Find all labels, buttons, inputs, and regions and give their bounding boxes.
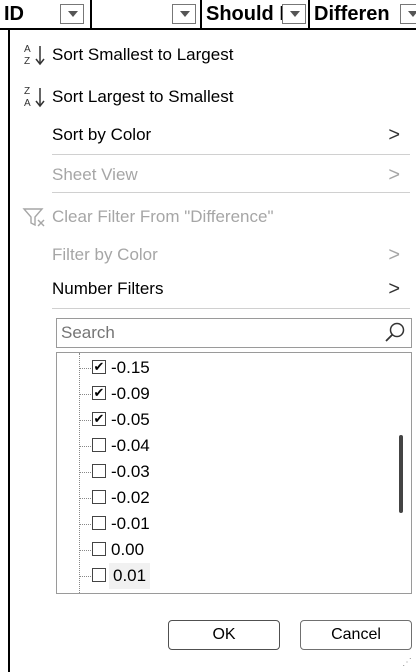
checkbox-unchecked[interactable] [92, 464, 106, 478]
value-label: -0.09 [111, 384, 150, 403]
checkbox-unchecked[interactable] [92, 490, 106, 504]
value-label: -0.03 [111, 462, 150, 481]
column-header-label: Differen [314, 3, 390, 25]
value-list-item[interactable]: 0.01 [79, 563, 319, 589]
autofilter-dropdown: A Z Sort Smallest to Largest Z A Sort La… [8, 30, 416, 672]
menu-sheet-view: Sheet View > [10, 158, 410, 192]
svg-text:A: A [24, 98, 31, 109]
checkbox-checked[interactable]: ✔ [92, 360, 106, 374]
cancel-button[interactable]: Cancel [300, 620, 412, 650]
menu-sort-by-color[interactable]: Sort by Color > [10, 118, 410, 152]
value-label: -0.15 [111, 358, 150, 377]
tree-connector [79, 368, 91, 369]
submenu-arrow-icon: > [388, 124, 400, 146]
value-list-item[interactable]: ✔ -0.09 [79, 381, 319, 407]
search-input[interactable] [61, 321, 377, 345]
column-header-difference[interactable]: Differen [310, 0, 416, 28]
submenu-arrow-icon: > [388, 244, 400, 266]
column-header-blank[interactable] [92, 0, 202, 28]
menu-label: Sheet View [52, 165, 138, 184]
value-list-item[interactable]: ✔ -0.05 [79, 407, 319, 433]
value-list-item[interactable]: ✔ -0.15 [79, 355, 319, 381]
menu-label: Sort by Color [52, 125, 152, 144]
svg-text:A: A [24, 44, 31, 55]
resize-grip-icon[interactable]: ⋰ [402, 657, 412, 668]
value-list-item[interactable]: 0.00 [79, 537, 319, 563]
value-label: 0.00 [111, 540, 145, 559]
value-list-item[interactable]: -0.03 [79, 459, 319, 485]
value-list-item[interactable]: -0.02 [79, 485, 319, 511]
menu-label: Clear Filter From "Difference" [52, 207, 274, 226]
menu-separator [52, 154, 410, 155]
menu-sort-descending[interactable]: Z A Sort Largest to Smallest [10, 80, 410, 114]
checkbox-unchecked[interactable] [92, 568, 106, 582]
submenu-arrow-icon: > [388, 278, 400, 300]
tree-connector [79, 576, 91, 577]
sort-descending-icon: Z A [22, 80, 48, 114]
value-label: -0.04 [111, 436, 150, 455]
svg-text:Z: Z [24, 56, 30, 67]
value-checkbox-list[interactable]: ✔ -0.15 ✔ -0.09 ✔ -0.05 -0.04 -0.03 -0.02 -0.01 0.… [56, 352, 412, 594]
column-header-label: Should I [206, 3, 285, 25]
sort-ascending-icon: A Z [22, 38, 48, 72]
search-box[interactable] [56, 318, 412, 348]
checkbox-unchecked[interactable] [92, 542, 106, 556]
value-label: 0.01 [109, 563, 151, 589]
value-label: -0.05 [111, 410, 150, 429]
magnifier-icon[interactable] [383, 321, 407, 345]
svg-text:Z: Z [24, 86, 30, 97]
menu-label: Filter by Color [52, 245, 158, 264]
ok-button[interactable]: OK [168, 620, 280, 650]
menu-filter-by-color: Filter by Color > [10, 238, 410, 272]
tree-connector [79, 550, 91, 551]
checkbox-unchecked[interactable] [92, 438, 106, 452]
value-list-item[interactable]: -0.01 [79, 511, 319, 537]
checkbox-checked[interactable]: ✔ [92, 386, 106, 400]
dropdown-arrow-icon[interactable] [172, 4, 196, 24]
menu-label: Number Filters [52, 279, 164, 298]
tree-connector [79, 420, 91, 421]
tree-connector [79, 472, 91, 473]
tree-connector [79, 524, 91, 525]
dropdown-arrow-icon[interactable] [60, 4, 84, 24]
tree-connector [79, 394, 91, 395]
menu-label: Sort Largest to Smallest [52, 87, 234, 106]
value-label: -0.02 [111, 488, 150, 507]
menu-separator [52, 192, 410, 193]
column-header-should[interactable]: Should I [202, 0, 310, 28]
dropdown-arrow-icon[interactable] [282, 4, 306, 24]
value-label: -0.01 [111, 514, 150, 533]
menu-separator [52, 308, 410, 309]
column-header-label: ID [4, 3, 24, 25]
column-header-id[interactable]: ID [0, 0, 92, 28]
checkbox-checked[interactable]: ✔ [92, 412, 106, 426]
tree-connector [79, 498, 91, 499]
funnel-clear-icon [22, 200, 48, 234]
menu-clear-filter: Clear Filter From "Difference" [10, 200, 410, 234]
menu-sort-ascending[interactable]: A Z Sort Smallest to Largest [10, 38, 410, 72]
scrollbar-thumb[interactable] [399, 435, 403, 513]
value-list-item[interactable]: -0.04 [79, 433, 319, 459]
tree-connector [79, 446, 91, 447]
checkbox-unchecked[interactable] [92, 516, 106, 530]
menu-number-filters[interactable]: Number Filters > [10, 272, 410, 306]
column-header-row: ID Should I Differen [0, 0, 416, 30]
menu-label: Sort Smallest to Largest [52, 45, 234, 64]
submenu-arrow-icon: > [388, 164, 400, 186]
dropdown-arrow-icon[interactable] [400, 4, 416, 24]
